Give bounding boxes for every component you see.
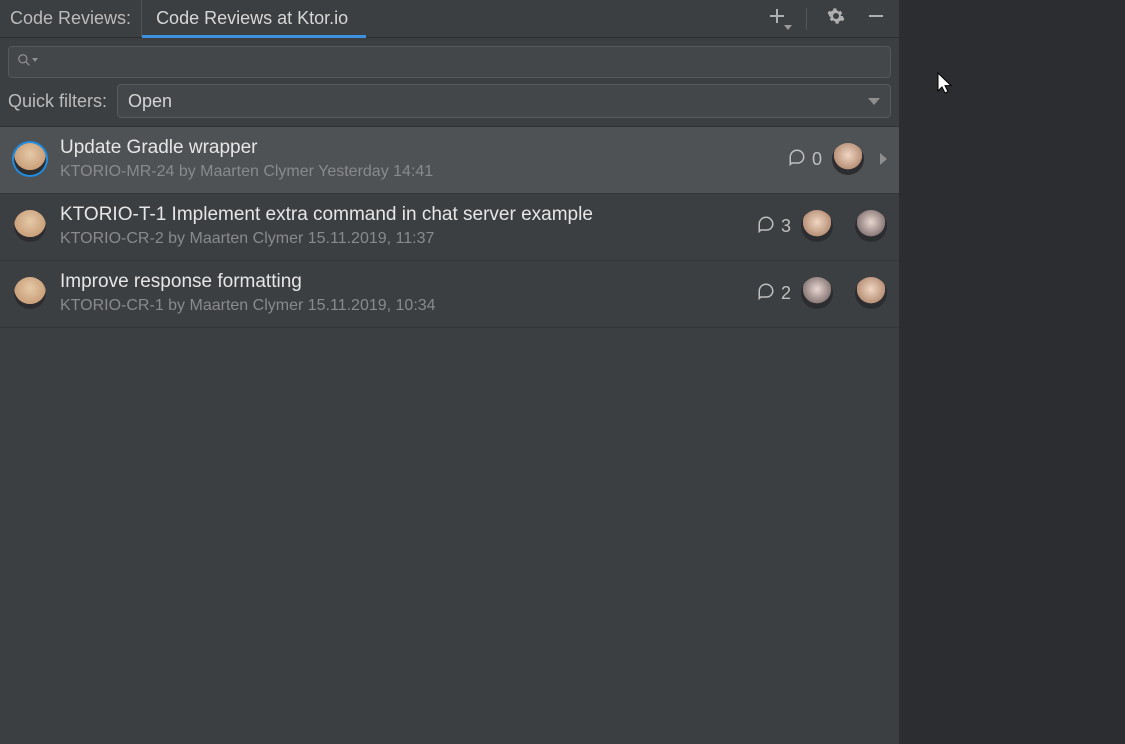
author-avatar bbox=[14, 210, 46, 242]
hide-panel-button[interactable] bbox=[865, 8, 887, 30]
tab-code-reviews-ktor[interactable]: Code Reviews at Ktor.io bbox=[141, 0, 366, 37]
review-title: Improve response formatting bbox=[60, 271, 743, 293]
minimize-icon bbox=[868, 8, 884, 29]
comment-icon bbox=[788, 148, 806, 171]
tab-label: Code Reviews at Ktor.io bbox=[156, 8, 348, 29]
author-avatar bbox=[14, 143, 46, 175]
reviewer-avatar[interactable] bbox=[855, 277, 887, 309]
comment-number: 0 bbox=[812, 149, 822, 170]
comment-count[interactable]: 2 bbox=[757, 282, 791, 305]
reviewers bbox=[832, 143, 864, 175]
comment-icon bbox=[757, 215, 775, 238]
comment-count[interactable]: 0 bbox=[788, 148, 822, 171]
settings-button[interactable] bbox=[825, 8, 847, 30]
panel-header: Code Reviews: Code Reviews at Ktor.io bbox=[0, 0, 899, 38]
separator bbox=[806, 8, 807, 30]
search-input[interactable] bbox=[37, 54, 882, 71]
reviewer-avatar[interactable] bbox=[801, 277, 833, 309]
reviewers bbox=[801, 277, 887, 309]
quick-filter-value: Open bbox=[128, 91, 172, 112]
review-item[interactable]: Improve response formatting KTORIO-CR-1 … bbox=[0, 261, 899, 328]
reviewer-avatar[interactable] bbox=[832, 143, 864, 175]
empty-side-area bbox=[900, 0, 1125, 744]
review-right: 3 bbox=[757, 210, 887, 242]
review-meta: KTORIO-CR-1 by Maarten Clymer 15.11.2019… bbox=[60, 297, 743, 315]
review-item[interactable]: KTORIO-T-1 Implement extra command in ch… bbox=[0, 194, 899, 261]
comment-number: 3 bbox=[781, 216, 791, 237]
review-right: 2 bbox=[757, 277, 887, 309]
review-body: KTORIO-T-1 Implement extra command in ch… bbox=[60, 204, 743, 248]
comment-count[interactable]: 3 bbox=[757, 215, 791, 238]
review-title: KTORIO-T-1 Implement extra command in ch… bbox=[60, 204, 743, 226]
review-item[interactable]: Update Gradle wrapper KTORIO-MR-24 by Ma… bbox=[0, 127, 899, 194]
header-actions bbox=[760, 0, 899, 37]
cursor-icon bbox=[937, 72, 955, 99]
panel-title-label: Code Reviews: bbox=[0, 0, 141, 37]
search-icon bbox=[17, 53, 31, 72]
review-body: Update Gradle wrapper KTORIO-MR-24 by Ma… bbox=[60, 137, 774, 181]
reviews-list: Update Gradle wrapper KTORIO-MR-24 by Ma… bbox=[0, 126, 899, 744]
chevron-right-icon[interactable] bbox=[880, 153, 887, 165]
filters-label: Quick filters: bbox=[8, 91, 107, 112]
comment-icon bbox=[757, 282, 775, 305]
gear-icon bbox=[827, 7, 845, 30]
filters-row: Quick filters: Open bbox=[0, 84, 899, 126]
add-review-button[interactable] bbox=[766, 8, 788, 30]
review-meta: KTORIO-MR-24 by Maarten Clymer Yesterday… bbox=[60, 163, 774, 181]
author-avatar bbox=[14, 277, 46, 309]
code-reviews-panel: Code Reviews: Code Reviews at Ktor.io bbox=[0, 0, 900, 744]
review-right: 0 bbox=[788, 143, 887, 175]
review-meta: KTORIO-CR-2 by Maarten Clymer 15.11.2019… bbox=[60, 230, 743, 248]
quick-filter-select[interactable]: Open bbox=[117, 84, 891, 118]
reviewer-avatar[interactable] bbox=[855, 210, 887, 242]
chevron-down-icon bbox=[868, 98, 880, 105]
reviewer-avatar[interactable] bbox=[801, 210, 833, 242]
search-box[interactable] bbox=[8, 46, 891, 78]
reviewers bbox=[801, 210, 887, 242]
review-body: Improve response formatting KTORIO-CR-1 … bbox=[60, 271, 743, 315]
plus-icon bbox=[770, 9, 784, 28]
comment-number: 2 bbox=[781, 283, 791, 304]
search-row bbox=[0, 38, 899, 84]
review-title: Update Gradle wrapper bbox=[60, 137, 774, 159]
